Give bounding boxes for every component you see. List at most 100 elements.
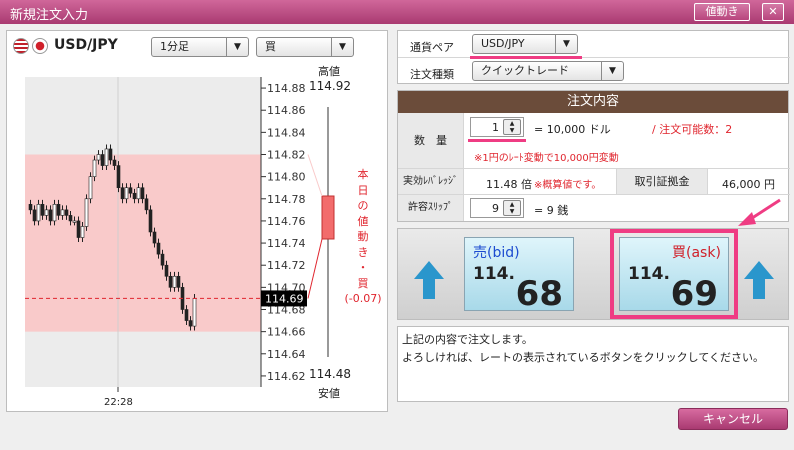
range-text-char: 動 (357, 230, 369, 243)
order-type-select[interactable]: クイックトレード ▼ (472, 61, 624, 81)
candle-body (60, 209, 65, 216)
candle-body (92, 159, 97, 177)
candle-body (28, 204, 33, 211)
stepper-icon[interactable]: ▲ ▼ (503, 200, 521, 216)
candle-body (112, 159, 117, 166)
candle-body (32, 209, 37, 222)
high-value: 114.92 (309, 79, 351, 93)
title-bar: 新規注文入力 値動き ✕ (0, 0, 794, 24)
pair-row: 通貨ペア USD/JPY ▼ (398, 31, 790, 59)
ask-price-minor: 69 (670, 274, 718, 314)
range-text-char: き (357, 245, 369, 259)
message-box: 上記の内容で注文します。 よろしければ、レートの表示されているボタンをクリックし… (397, 326, 789, 402)
candle-body (56, 204, 61, 216)
range-text-char: (-0.07) (344, 292, 382, 305)
bid-price-major: 114. (473, 264, 515, 284)
window-title: 新規注文入力 (10, 8, 89, 23)
range-text-char: 買 (357, 276, 369, 290)
buy-ask-button[interactable]: 買(ask) 114. 69 (619, 237, 729, 314)
slippage-stepper[interactable]: 9 ▲ ▼ (470, 198, 524, 218)
candle-body (124, 187, 129, 200)
candle-body (104, 148, 109, 166)
y-tick-label: 114.74 (267, 237, 306, 250)
candle-body (72, 220, 77, 223)
pointer-arrow-icon (738, 198, 781, 226)
range-connector (307, 238, 323, 299)
daily-range-text: 本日の値動き・買 (-0.07) (341, 167, 385, 307)
slippage-label: 許容ｽﾘｯﾌﾟ (398, 195, 464, 221)
y-tick-label: 114.84 (267, 126, 306, 139)
quantity-note: ※1円のﾚｰﾄ変動で10,000円変動 (474, 153, 619, 164)
message-line-2: よろしければ、レートの表示されているボタンをクリックしてください。 (402, 351, 765, 364)
leverage-label: 実効ﾚﾊﾞﾚｯｼﾞ (398, 169, 464, 194)
pair-value: USD/JPY (481, 37, 525, 50)
candle-body (116, 165, 121, 189)
close-icon[interactable]: ✕ (762, 3, 784, 21)
candle-body (68, 215, 73, 222)
quantity-stepper[interactable]: 1 ▲ ▼ (470, 117, 524, 137)
candle-body (192, 298, 197, 327)
range-band (25, 154, 261, 332)
candle-body (136, 187, 141, 200)
order-selectors: 通貨ペア USD/JPY ▼ 注文種類 クイックトレード ▼ (397, 30, 790, 84)
candle-body (120, 187, 125, 200)
candle-body (48, 209, 53, 222)
candle-body (140, 187, 145, 200)
candle-body (144, 198, 149, 211)
message-line-1: 上記の内容で注文します。 (402, 333, 533, 346)
y-tick-label: 114.66 (267, 326, 306, 339)
y-tick-label: 114.64 (267, 348, 306, 361)
order-type-value: クイックトレード (481, 64, 569, 77)
low-value: 114.48 (309, 367, 351, 381)
bid-label: 売(bid) (473, 245, 520, 261)
candle-body (172, 275, 177, 288)
candle-body (148, 209, 153, 233)
stepper-icon[interactable]: ▲ ▼ (503, 119, 521, 135)
margin-label: 取引証拠金 (616, 169, 708, 194)
chart-panel: USD/JPY 1分足 ▼ 買 ▼ 114.88 114.86 114.84 114.… (6, 30, 388, 412)
type-row: 注文種類 クイックトレード ▼ (398, 58, 790, 84)
candle-body (96, 154, 101, 161)
day-range-marker (321, 195, 335, 240)
order-details: 注文内容 数 量 1 ▲ ▼ = 10,000 ドル / 注文可能数：2 ※1円の… (397, 90, 790, 222)
candle-body (108, 148, 113, 161)
y-tick-label: 114.72 (267, 259, 306, 272)
pair-select[interactable]: USD/JPY ▼ (472, 34, 578, 54)
candle-body (52, 204, 57, 222)
quote-panel: 売(bid) 114. 68 買(ask) 114. 69 (397, 228, 789, 320)
sell-bid-button[interactable]: 売(bid) 114. 68 (464, 237, 574, 314)
high-label: 高値 (318, 65, 340, 78)
leverage-value: 11.48 倍 (486, 178, 532, 191)
chevron-down-icon: ▼ (555, 35, 577, 53)
quantity-value: 1 (492, 121, 499, 134)
candle-body (152, 231, 157, 244)
range-text-char: 本 (357, 168, 369, 181)
candle-body (44, 209, 49, 216)
range-text-char: 日 (357, 183, 369, 197)
leverage-row: 実効ﾚﾊﾞﾚｯｼﾞ 11.48 倍 ※概算値です。 取引証拠金 46,000 円 (398, 169, 790, 195)
candle-body (100, 154, 105, 166)
cancel-button[interactable]: キャンセル (678, 408, 788, 430)
y-tick-label: 114.78 (267, 193, 306, 206)
order-details-header: 注文内容 (398, 91, 788, 113)
candle-body (40, 204, 45, 216)
slippage-value: 9 (492, 202, 499, 215)
pair-label: 通貨ペア (410, 41, 454, 54)
low-label: 安値 (318, 387, 340, 400)
price-move-button[interactable]: 値動き (694, 3, 750, 21)
ask-label: 買(ask) (672, 245, 721, 261)
candle-body (80, 226, 85, 238)
sell-arrow-icon (414, 261, 444, 299)
range-text-char: 値 (357, 214, 369, 228)
candle-body (64, 209, 69, 216)
y-tick-label: 114.76 (267, 215, 306, 228)
current-price-label: 114.69 (265, 292, 304, 305)
chevron-down-icon: ▼ (601, 62, 623, 80)
type-label: 注文種類 (410, 68, 454, 81)
quantity-label: 数 量 (398, 113, 464, 168)
candle-body (132, 192, 137, 200)
quantity-row: 数 量 1 ▲ ▼ = 10,000 ドル / 注文可能数：2 ※1円のﾚｰﾄ変動… (398, 113, 790, 169)
candle-body (168, 275, 173, 288)
time-label: 22:28 (104, 397, 133, 408)
margin-value: 46,000 円 (722, 178, 775, 191)
